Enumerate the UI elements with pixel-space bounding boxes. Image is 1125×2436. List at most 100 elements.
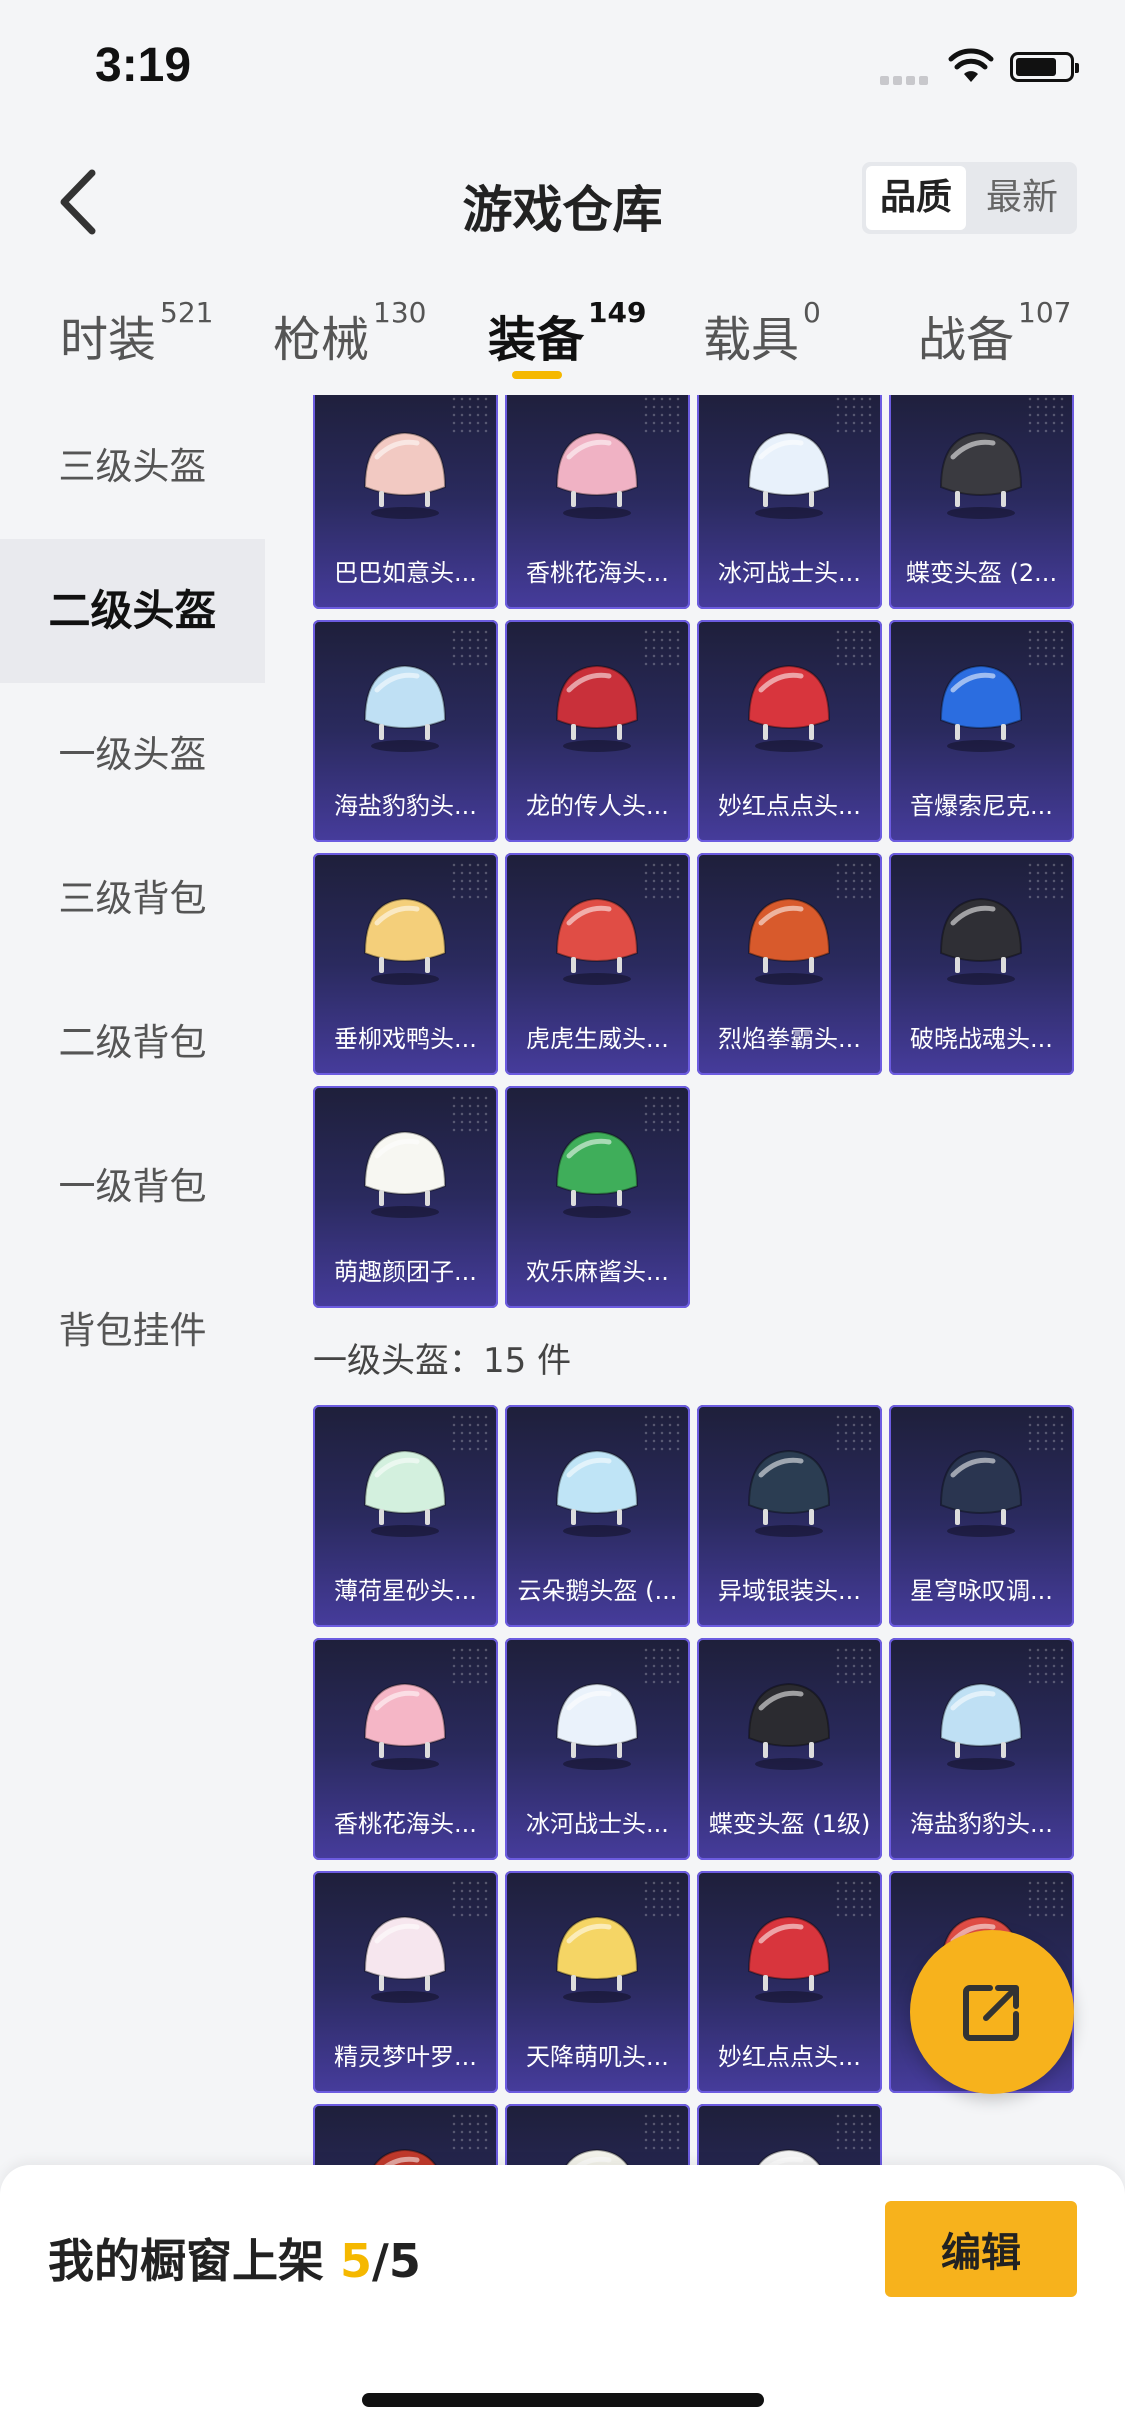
card-decoration (450, 1646, 490, 1686)
helmet-card[interactable]: 云朵鹅头盔 (... (505, 1405, 690, 1627)
helmet-card[interactable]: 烈焰拳霸头... (697, 853, 882, 1075)
helmet-card[interactable]: 欢乐麻酱头... (505, 1086, 690, 1308)
helmet-name: 香桃花海头... (334, 1810, 477, 1838)
helmet-name: 精灵梦叶罗... (334, 2043, 477, 2071)
helmet-icon (747, 1449, 831, 1537)
helmet-icon (939, 664, 1023, 752)
card-decoration (450, 1879, 490, 1919)
helmet-card[interactable]: 音爆索尼克... (889, 620, 1074, 842)
card-decoration (642, 2112, 682, 2152)
helmet-icon (747, 664, 831, 752)
helmet-card[interactable]: 天降萌叽头... (505, 1871, 690, 2093)
helmet-icon (555, 1915, 639, 2003)
card-decoration (450, 1413, 490, 1453)
helmet-icon (757, 2148, 821, 2165)
sort-newest-button[interactable]: 最新 (972, 166, 1072, 230)
helmet-card[interactable]: 星穹咏叹调... (889, 1405, 1074, 1627)
helmet-name: 海盐豹豹头... (334, 792, 477, 820)
helmet-name: 香桃花海头... (526, 559, 669, 587)
helmet-name: 虎虎生威头... (526, 1025, 669, 1053)
sidebar-item-level1-backpack[interactable]: 一级背包 (0, 1115, 265, 1259)
edit-button[interactable]: 编辑 (885, 2201, 1077, 2297)
helmet-card[interactable] (697, 2104, 882, 2165)
tab-equipment[interactable]: 装备 149 (488, 296, 646, 370)
helmet-card[interactable]: 冰河战士头... (697, 395, 882, 609)
card-decoration (834, 861, 874, 901)
helmet-icon (939, 1449, 1023, 1537)
bottom-bar: 我的橱窗上架 5/5 编辑 (0, 2165, 1125, 2436)
helmet-icon (555, 431, 639, 519)
helmet-icon (373, 2148, 437, 2165)
helmet-card[interactable]: 蝶变头盔 (2... (889, 395, 1074, 609)
card-decoration (1026, 395, 1066, 435)
helmet-card[interactable]: 萌趣颜团子... (313, 1086, 498, 1308)
card-decoration (642, 1094, 682, 1134)
helmet-name: 冰河战士头... (718, 559, 861, 587)
card-decoration (450, 2112, 490, 2152)
helmet-name: 海盐豹豹头... (910, 1810, 1053, 1838)
sidebar-item-level3-backpack[interactable]: 三级背包 (0, 827, 265, 971)
helmet-icon (747, 431, 831, 519)
card-decoration (834, 1879, 874, 1919)
helmet-icon (363, 1915, 447, 2003)
sidebar-item-level2-backpack[interactable]: 二级背包 (0, 971, 265, 1115)
helmet-card[interactable]: 冰河战士头... (505, 1638, 690, 1860)
helmet-card[interactable]: 龙的传人头... (505, 620, 690, 842)
active-tab-indicator (512, 371, 562, 379)
card-decoration (834, 395, 874, 435)
helmet-card[interactable]: 精灵梦叶罗... (313, 1871, 498, 2093)
helmet-card[interactable]: 异域银装头... (697, 1405, 882, 1627)
sidebar-item-level2-helmet[interactable]: 二级头盔 (0, 539, 265, 683)
signal-icon (880, 70, 934, 85)
helmet-icon (939, 431, 1023, 519)
tab-fashion[interactable]: 时装 521 (60, 296, 213, 370)
helmet-icon (565, 2148, 629, 2165)
helmet-icon (363, 897, 447, 985)
helmet-icon (363, 1682, 447, 1770)
sidebar-item-backpack-pendant[interactable]: 背包挂件 (0, 1259, 265, 1403)
sidebar-item-level1-helmet[interactable]: 一级头盔 (0, 683, 265, 827)
helmet-card[interactable] (505, 2104, 690, 2165)
share-external-icon (963, 1985, 1019, 2041)
helmet-icon (939, 897, 1023, 985)
helmet-icon (363, 431, 447, 519)
sidebar-item-level3-helmet[interactable]: 三级头盔 (0, 395, 265, 539)
helmet-card[interactable]: 香桃花海头... (313, 1638, 498, 1860)
helmet-card[interactable]: 海盐豹豹头... (889, 1638, 1074, 1860)
helmet-card[interactable]: 破晓战魂头... (889, 853, 1074, 1075)
card-decoration (642, 1879, 682, 1919)
helmet-card[interactable]: 妙红点点头... (697, 1871, 882, 2093)
share-fab-button[interactable] (910, 1930, 1074, 2094)
tab-firearms[interactable]: 枪械 130 (273, 296, 426, 370)
status-time: 3:19 (95, 39, 192, 92)
helmet-card[interactable]: 蝶变头盔 (1级) (697, 1638, 882, 1860)
helmet-name: 星穹咏叹调... (910, 1577, 1053, 1605)
card-decoration (450, 1094, 490, 1134)
card-decoration (834, 1646, 874, 1686)
helmet-card[interactable] (313, 2104, 498, 2165)
helmet-icon (555, 897, 639, 985)
tab-vehicles[interactable]: 载具 0 (703, 296, 821, 370)
wifi-icon (948, 48, 994, 82)
tab-count: 107 (1018, 296, 1072, 329)
helmet-card[interactable]: 巴巴如意头... (313, 395, 498, 609)
tab-supplies[interactable]: 战备 107 (918, 296, 1071, 370)
card-decoration (1026, 1646, 1066, 1686)
helmet-card[interactable]: 妙红点点头... (697, 620, 882, 842)
showcase-label: 我的橱窗上架 (48, 2234, 324, 2288)
helmet-card[interactable]: 垂柳戏鸭头... (313, 853, 498, 1075)
helmet-card[interactable]: 虎虎生威头... (505, 853, 690, 1075)
card-decoration (642, 861, 682, 901)
tab-count: 130 (373, 296, 427, 329)
card-decoration (834, 628, 874, 668)
helmet-card[interactable]: 香桃花海头... (505, 395, 690, 609)
tab-label: 时装 (60, 312, 157, 368)
helmet-name: 云朵鹅头盔 (... (517, 1577, 678, 1605)
sort-quality-button[interactable]: 品质 (866, 166, 966, 230)
helmet-icon (555, 1682, 639, 1770)
sort-toggle: 品质 最新 (862, 162, 1077, 234)
helmet-name: 萌趣颜团子... (334, 1258, 477, 1286)
helmet-icon (363, 1449, 447, 1537)
helmet-card[interactable]: 薄荷星砂头... (313, 1405, 498, 1627)
helmet-card[interactable]: 海盐豹豹头... (313, 620, 498, 842)
